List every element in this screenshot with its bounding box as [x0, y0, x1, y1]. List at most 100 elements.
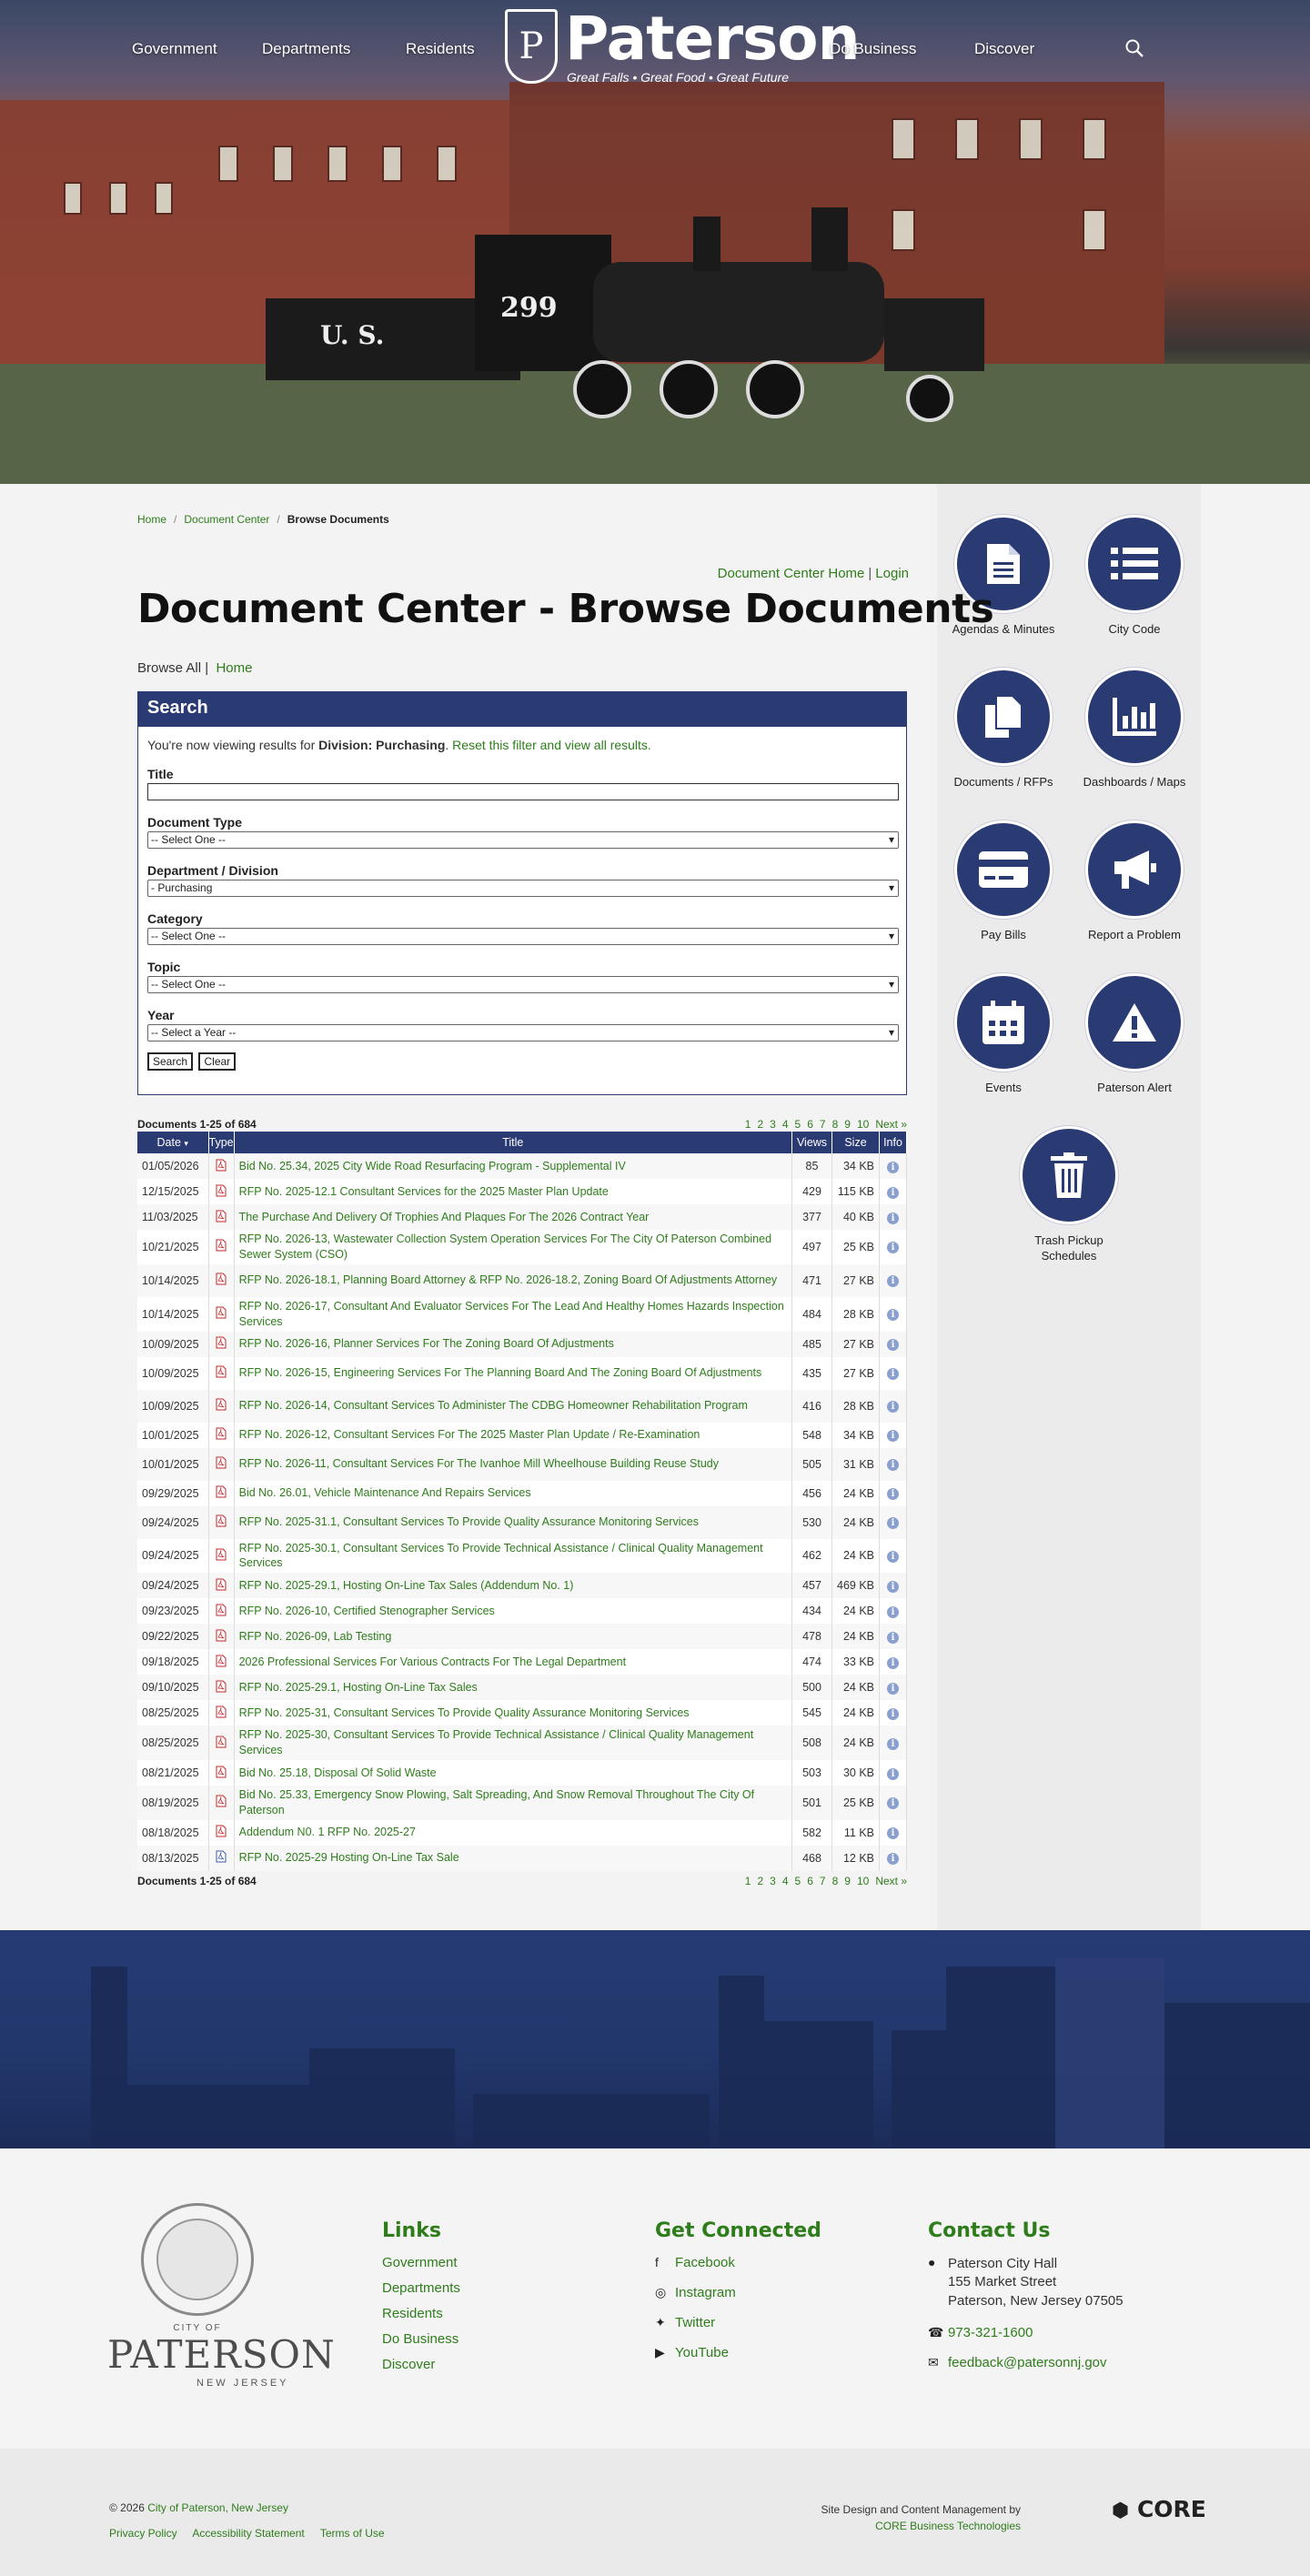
youtube-link[interactable]: ▶ YouTube	[655, 2345, 821, 2360]
title-input[interactable]	[147, 783, 899, 800]
info-icon[interactable]: i	[887, 1656, 899, 1669]
info-icon[interactable]: i	[887, 1161, 899, 1173]
page-link[interactable]: 6	[807, 1875, 813, 1887]
quick-link-documents-rfps[interactable]: Documents / RFPs	[940, 668, 1067, 790]
info-icon[interactable]: i	[887, 1517, 899, 1529]
facebook-link[interactable]: f Facebook	[655, 2255, 821, 2270]
header-info[interactable]: Info	[879, 1132, 907, 1153]
page-link[interactable]: 6	[807, 1118, 813, 1131]
quick-link-dashboards-maps[interactable]: Dashboards / Maps	[1071, 668, 1198, 790]
row-title-link[interactable]: RFP No. 2026-11, Consultant Services For…	[234, 1447, 793, 1481]
info-icon[interactable]: i	[887, 1605, 899, 1618]
info-icon[interactable]: i	[887, 1309, 899, 1322]
nav-do-business[interactable]: Do Business	[830, 40, 916, 58]
page-link[interactable]: 8	[832, 1875, 839, 1887]
row-title-link[interactable]: RFP No. 2026-17, Consultant And Evaluato…	[234, 1296, 793, 1332]
row-title-link[interactable]: RFP No. 2026-09, Lab Testing	[234, 1624, 793, 1650]
info-icon[interactable]: i	[887, 1275, 899, 1288]
row-title-link[interactable]: 2026 Professional Services For Various C…	[234, 1649, 793, 1675]
phone-link[interactable]: ☎ 973-321-1600	[928, 2325, 1124, 2340]
quick-link-city-code[interactable]: City Code	[1071, 515, 1198, 638]
breadcrumb-document-center[interactable]: Document Center	[184, 513, 269, 526]
nav-discover[interactable]: Discover	[974, 40, 1034, 58]
twitter-link[interactable]: ✦ Twitter	[655, 2315, 821, 2330]
header-views[interactable]: Views	[791, 1132, 832, 1153]
row-title-link[interactable]: Bid No. 26.01, Vehicle Maintenance And R…	[234, 1480, 793, 1506]
row-title-link[interactable]: RFP No. 2026-18.1, Planning Board Attorn…	[234, 1263, 793, 1297]
instagram-link[interactable]: ◎ Instagram	[655, 2285, 821, 2300]
footer-link-do-business[interactable]: Do Business	[382, 2331, 460, 2347]
info-icon[interactable]: i	[887, 1488, 899, 1500]
quick-link-events[interactable]: Events	[940, 973, 1067, 1096]
info-icon[interactable]: i	[887, 1707, 899, 1720]
page-link[interactable]: 1	[745, 1118, 751, 1131]
clear-button[interactable]: Clear	[198, 1052, 237, 1071]
info-icon[interactable]: i	[887, 1631, 899, 1644]
row-title-link[interactable]: Bid No. 25.33, Emergency Snow Plowing, S…	[234, 1786, 793, 1820]
next-page-link[interactable]: Next »	[875, 1118, 907, 1131]
page-link[interactable]: 2	[757, 1875, 763, 1887]
page-link[interactable]: 7	[820, 1875, 826, 1887]
info-icon[interactable]: i	[887, 1459, 899, 1471]
info-icon[interactable]: i	[887, 1401, 899, 1413]
info-icon[interactable]: i	[887, 1339, 899, 1351]
row-title-link[interactable]: RFP No. 2025-29.1, Hosting On-Line Tax S…	[234, 1573, 793, 1599]
city-link[interactable]: City of Paterson, New Jersey	[147, 2501, 288, 2514]
page-link[interactable]: 4	[782, 1875, 789, 1887]
row-title-link[interactable]: Bid No. 25.18, Disposal Of Solid Waste	[234, 1760, 793, 1786]
terms-link[interactable]: Terms of Use	[320, 2527, 385, 2540]
page-link[interactable]: 10	[857, 1118, 869, 1131]
header-date[interactable]: Date ▾	[137, 1132, 209, 1153]
page-link[interactable]: 3	[770, 1118, 776, 1131]
info-icon[interactable]: i	[887, 1550, 899, 1563]
footer-link-residents[interactable]: Residents	[382, 2306, 460, 2321]
info-icon[interactable]: i	[887, 1368, 899, 1380]
page-link[interactable]: 10	[857, 1875, 869, 1887]
row-title-link[interactable]: RFP No. 2025-29 Hosting On-Line Tax Sale	[234, 1845, 793, 1871]
row-title-link[interactable]: RFP No. 2026-14, Consultant Services To …	[234, 1389, 793, 1423]
row-title-link[interactable]: RFP No. 2026-10, Certified Stenographer …	[234, 1598, 793, 1625]
info-icon[interactable]: i	[887, 1767, 899, 1780]
info-icon[interactable]: i	[887, 1186, 899, 1199]
info-icon[interactable]: i	[887, 1682, 899, 1695]
page-link[interactable]: 9	[844, 1118, 851, 1131]
info-icon[interactable]: i	[887, 1737, 899, 1750]
footer-link-discover[interactable]: Discover	[382, 2357, 460, 2372]
page-link[interactable]: 1	[745, 1875, 751, 1887]
info-icon[interactable]: i	[887, 1797, 899, 1810]
login-link[interactable]: Login	[875, 566, 909, 581]
document-type-select[interactable]: -- Select One --	[147, 831, 899, 849]
search-icon[interactable]	[1124, 38, 1144, 58]
quick-link-pay-bills[interactable]: Pay Bills	[940, 820, 1067, 943]
site-logo[interactable]: P Paterson Great Falls • Great Food • Gr…	[505, 4, 861, 91]
row-title-link[interactable]: RFP No. 2026-13, Wastewater Collection S…	[234, 1230, 793, 1264]
page-link[interactable]: 7	[820, 1118, 826, 1131]
quick-link-paterson-alert[interactable]: Paterson Alert	[1071, 973, 1198, 1096]
row-title-link[interactable]: Bid No. 25.34, 2025 City Wide Road Resur…	[234, 1153, 793, 1179]
next-page-link[interactable]: Next »	[875, 1875, 907, 1887]
row-title-link[interactable]: RFP No. 2025-12.1 Consultant Services fo…	[234, 1179, 793, 1204]
category-select[interactable]: -- Select One --	[147, 928, 899, 945]
core-logo[interactable]: ⬢ CORE	[1112, 2496, 1206, 2522]
email-link[interactable]: ✉ feedback@patersonnj.gov	[928, 2355, 1124, 2370]
page-link[interactable]: 3	[770, 1875, 776, 1887]
row-title-link[interactable]: The Purchase And Delivery Of Trophies An…	[234, 1204, 793, 1230]
info-icon[interactable]: i	[887, 1853, 899, 1866]
page-link[interactable]: 4	[782, 1118, 789, 1131]
row-title-link[interactable]: RFP No. 2026-12, Consultant Services For…	[234, 1422, 793, 1448]
page-link[interactable]: 5	[795, 1118, 801, 1131]
document-center-home-link[interactable]: Document Center Home	[718, 566, 865, 581]
page-link[interactable]: 9	[844, 1875, 851, 1887]
page-link[interactable]: 5	[795, 1875, 801, 1887]
row-title-link[interactable]: Addendum N0. 1 RFP No. 2025-27	[234, 1819, 793, 1846]
quick-link-trash-pickup[interactable]: Trash Pickup Schedules	[1005, 1126, 1133, 1264]
info-icon[interactable]: i	[887, 1580, 899, 1593]
row-title-link[interactable]: RFP No. 2025-31.1, Consultant Services T…	[234, 1505, 793, 1539]
nav-government[interactable]: Government	[132, 40, 217, 58]
search-button[interactable]: Search	[147, 1052, 194, 1071]
quick-link-report-problem[interactable]: Report a Problem	[1071, 820, 1198, 943]
info-icon[interactable]: i	[887, 1242, 899, 1254]
browse-home-link[interactable]: Home	[216, 660, 252, 676]
breadcrumb-home[interactable]: Home	[137, 513, 166, 526]
footer-link-government[interactable]: Government	[382, 2255, 460, 2270]
